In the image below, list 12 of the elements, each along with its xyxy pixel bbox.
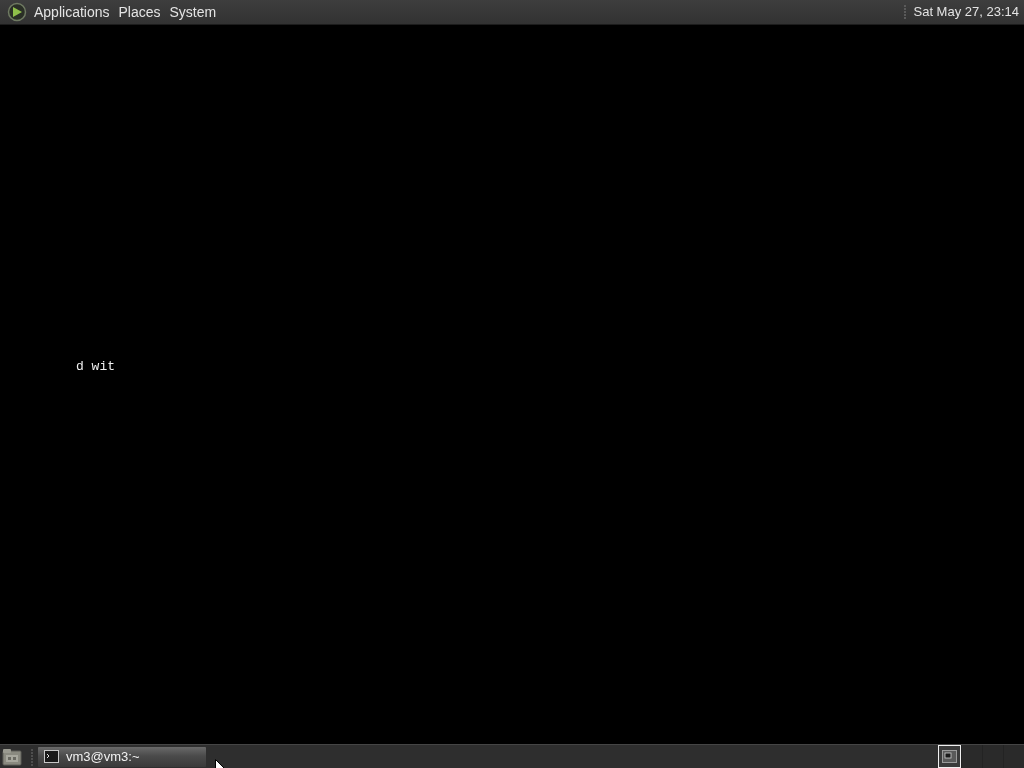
terminal-text-fragment: d wit: [76, 359, 115, 375]
show-desktop-icon[interactable]: [2, 747, 22, 766]
menu-logo-icon[interactable]: [7, 2, 27, 22]
menu-item[interactable]: Places: [116, 1, 168, 23]
clock[interactable]: Sat May 27, 23:14: [907, 1, 1019, 23]
menu-item[interactable]: System: [167, 1, 224, 23]
terminal-icon: [44, 750, 59, 763]
window-thumbnail-icon: [942, 750, 957, 763]
panel-handle-icon[interactable]: [30, 746, 34, 767]
panel-handle-icon[interactable]: [903, 3, 908, 21]
taskbar-window-button[interactable]: vm3@vm3:~: [38, 746, 206, 767]
menu-item[interactable]: Applications: [32, 1, 117, 23]
